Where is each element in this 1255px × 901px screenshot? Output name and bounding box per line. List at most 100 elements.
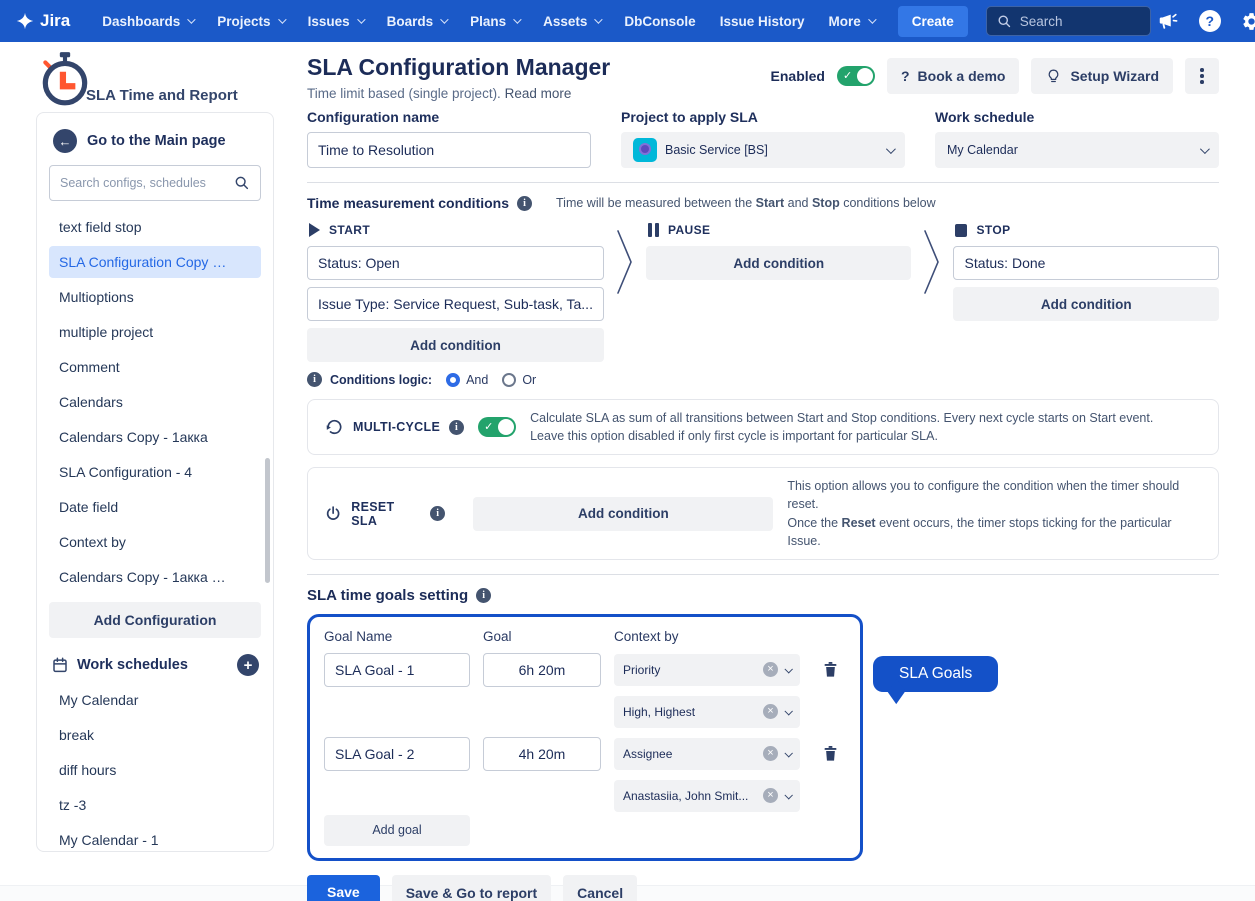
clear-icon[interactable]: ×: [763, 662, 778, 677]
app-title: SLA Time and Report: [86, 87, 238, 104]
book-demo-button[interactable]: ? Book a demo: [887, 58, 1019, 94]
context-value-select[interactable]: Anastasiia, John Smit... ×: [614, 780, 800, 812]
config-list: text field stop SLA Configuration Copy ……: [49, 211, 261, 596]
delete-goal-button[interactable]: [813, 660, 847, 679]
config-name-input[interactable]: [307, 132, 591, 168]
goal-name-input[interactable]: [324, 653, 470, 687]
logic-and-radio[interactable]: And: [446, 373, 488, 387]
schedule-item[interactable]: diff hours: [49, 754, 261, 786]
add-schedule-button[interactable]: +: [237, 654, 259, 676]
search-input[interactable]: [1020, 14, 1140, 29]
nav-assets[interactable]: Assets: [533, 8, 610, 35]
save-go-report-button[interactable]: Save & Go to report: [392, 875, 551, 901]
create-button[interactable]: Create: [898, 6, 968, 37]
stop-condition[interactable]: Status: Done: [953, 246, 1219, 280]
multi-cycle-description: Calculate SLA as sum of all transitions …: [530, 409, 1153, 445]
config-item-selected[interactable]: SLA Configuration Copy …: [49, 246, 261, 278]
start-add-condition-button[interactable]: Add condition: [307, 328, 604, 362]
sla-goals-callout: SLA Goals: [873, 656, 998, 692]
help-icon[interactable]: ?: [1197, 8, 1223, 34]
schedule-item[interactable]: tz -3: [49, 789, 261, 821]
config-item[interactable]: Multioptions: [49, 281, 261, 313]
config-item[interactable]: Comment: [49, 351, 261, 383]
global-search[interactable]: [986, 6, 1151, 36]
context-select[interactable]: Assignee ×: [614, 738, 800, 770]
settings-gear-icon[interactable]: [1239, 8, 1255, 34]
multi-cycle-toggle[interactable]: ✓: [478, 417, 516, 437]
nav-dashboards[interactable]: Dashboards: [92, 8, 203, 35]
config-item[interactable]: Date field: [49, 491, 261, 523]
jira-logo[interactable]: Jira: [16, 11, 70, 31]
setup-wizard-button[interactable]: Setup Wizard: [1031, 58, 1173, 94]
config-item[interactable]: Calendars Copy - 1акка …: [49, 561, 261, 593]
start-condition[interactable]: Status: Open: [307, 246, 604, 280]
clear-icon[interactable]: ×: [763, 788, 778, 803]
nav-issues[interactable]: Issues: [298, 8, 373, 35]
schedule-item[interactable]: My Calendar - 1: [49, 824, 261, 856]
add-goal-button[interactable]: Add goal: [324, 815, 470, 846]
project-select[interactable]: Basic Service [BS]: [621, 132, 905, 168]
reset-sla-label: RESET SLA: [351, 500, 421, 528]
sidebar-card: ← Go to the Main page text field stop SL…: [36, 112, 274, 852]
clear-icon[interactable]: ×: [763, 746, 778, 761]
chevron-down-icon: [1200, 144, 1210, 154]
config-item[interactable]: multiple project: [49, 316, 261, 348]
configs-search[interactable]: [49, 165, 261, 201]
info-icon[interactable]: i: [517, 196, 532, 211]
add-configuration-button[interactable]: Add Configuration: [49, 602, 261, 638]
context-select[interactable]: Priority ×: [614, 654, 800, 686]
goal-value-input[interactable]: [483, 737, 601, 771]
goal-name-input[interactable]: [324, 737, 470, 771]
enabled-toggle[interactable]: ✓: [837, 66, 875, 86]
work-schedule-select[interactable]: My Calendar: [935, 132, 1219, 168]
reset-add-condition-button[interactable]: Add condition: [473, 497, 773, 531]
start-icon: [309, 223, 320, 237]
kebab-menu-icon: [1200, 68, 1204, 84]
info-icon[interactable]: i: [430, 506, 445, 521]
config-item[interactable]: SLA Configuration - 4: [49, 456, 261, 488]
go-to-main-page[interactable]: ← Go to the Main page: [49, 127, 261, 165]
search-icon: [234, 175, 250, 191]
pause-add-condition-button[interactable]: Add condition: [646, 246, 912, 280]
cancel-button[interactable]: Cancel: [563, 875, 637, 901]
more-options-button[interactable]: [1185, 58, 1219, 94]
info-icon[interactable]: i: [476, 588, 491, 603]
announcements-icon[interactable]: [1155, 8, 1181, 34]
config-item[interactable]: Calendars Copy - 1акка: [49, 421, 261, 453]
chevron-down-icon: [187, 15, 195, 23]
nav-plans[interactable]: Plans: [460, 8, 529, 35]
nav-boards[interactable]: Boards: [377, 8, 457, 35]
chevron-down-icon: [440, 15, 448, 23]
delete-goal-button[interactable]: [813, 744, 847, 763]
start-condition[interactable]: Issue Type: Service Request, Sub-task, T…: [307, 287, 604, 321]
config-item[interactable]: text field stop: [49, 211, 261, 243]
clear-icon[interactable]: ×: [763, 704, 778, 719]
context-value-select[interactable]: High, Highest ×: [614, 696, 800, 728]
power-icon: [324, 504, 342, 523]
flow-chevron: [915, 223, 949, 387]
back-label: Go to the Main page: [87, 133, 226, 149]
stop-add-condition-button[interactable]: Add condition: [953, 287, 1219, 321]
nav-more[interactable]: More: [818, 8, 883, 35]
nav-issue-history[interactable]: Issue History: [710, 8, 815, 35]
stop-label: STOP: [976, 223, 1010, 237]
project-avatar: [633, 138, 657, 162]
goal-value-input[interactable]: [483, 653, 601, 687]
conditions-hint: Time will be measured between the Start …: [556, 196, 936, 210]
schedule-item[interactable]: break: [49, 719, 261, 751]
back-arrow-icon: ←: [53, 129, 77, 153]
read-more-link[interactable]: Read more: [505, 86, 572, 101]
chevron-down-icon: [595, 15, 603, 23]
info-icon[interactable]: i: [307, 372, 322, 387]
info-icon[interactable]: i: [449, 420, 464, 435]
config-item[interactable]: Context by: [49, 526, 261, 558]
nav-dbconsole[interactable]: DbConsole: [614, 8, 705, 35]
config-item[interactable]: Calendars: [49, 386, 261, 418]
schedule-item[interactable]: My Calendar: [49, 684, 261, 716]
logic-or-radio[interactable]: Or: [502, 373, 536, 387]
divider: [307, 182, 1219, 183]
sidebar-scrollbar[interactable]: [265, 458, 270, 583]
save-button[interactable]: Save: [307, 875, 380, 901]
nav-projects[interactable]: Projects: [207, 8, 293, 35]
configs-search-input[interactable]: [60, 176, 234, 190]
